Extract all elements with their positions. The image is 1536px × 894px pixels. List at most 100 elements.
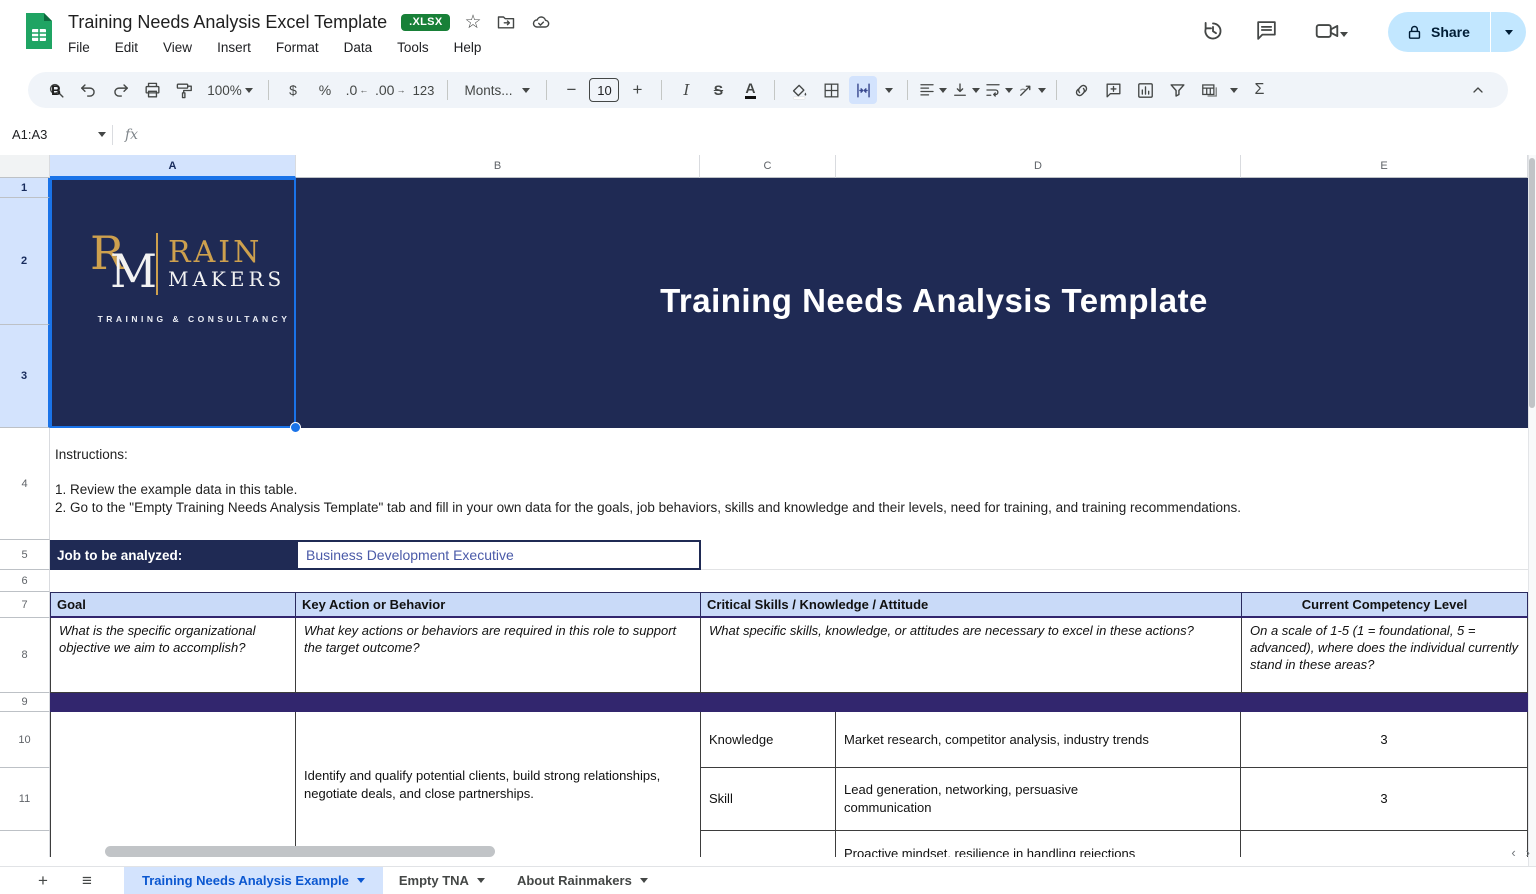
header-competency-level[interactable]: Current Competency Level <box>1241 592 1528 618</box>
vertical-align-button[interactable] <box>951 76 980 104</box>
tab-caret-icon[interactable] <box>357 878 365 883</box>
text-wrap-button[interactable] <box>984 76 1013 104</box>
hide-menus-chevron[interactable] <box>1464 76 1492 104</box>
scroll-right-arrow[interactable]: › <box>1526 845 1530 860</box>
text-rotation-button[interactable] <box>1017 76 1046 104</box>
merge-cells-button[interactable] <box>849 76 877 104</box>
note-action[interactable]: What key actions or behaviors are requir… <box>295 618 701 693</box>
share-button[interactable]: Share <box>1388 12 1526 52</box>
redo-icon[interactable] <box>106 76 134 104</box>
name-box[interactable]: A1:A3 <box>12 127 98 142</box>
level-cell-knowledge[interactable]: 3 <box>1241 712 1528 768</box>
category-cell-knowledge[interactable]: Knowledge <box>701 712 836 768</box>
share-dropdown[interactable] <box>1491 30 1526 35</box>
column-header-b[interactable]: B <box>296 155 700 178</box>
currency-format-button[interactable]: $ <box>279 76 307 104</box>
menu-view[interactable]: View <box>163 40 192 55</box>
tab-empty-tna[interactable]: Empty TNA <box>383 867 501 894</box>
job-label-cell[interactable]: Job to be analyzed: <box>50 540 296 570</box>
merge-cells-caret[interactable] <box>881 76 897 104</box>
menu-file[interactable]: File <box>68 40 90 55</box>
star-icon[interactable]: ☆ <box>464 13 481 32</box>
header-goal[interactable]: Goal <box>50 592 296 618</box>
menu-data[interactable]: Data <box>344 40 373 55</box>
tab-caret-icon[interactable] <box>640 878 648 883</box>
table-views-caret[interactable] <box>1227 76 1241 104</box>
text-color-button[interactable]: A <box>736 76 764 104</box>
video-call-icon[interactable] <box>1314 18 1340 44</box>
zoom-select[interactable]: 100% <box>202 76 258 104</box>
separator-row[interactable] <box>50 693 1528 712</box>
column-header-a[interactable]: A <box>50 155 296 178</box>
cloud-status-icon[interactable] <box>530 12 552 32</box>
insert-comment-button[interactable] <box>1099 76 1127 104</box>
document-title[interactable]: Training Needs Analysis Excel Template <box>68 12 387 33</box>
behavior-merged-cell[interactable]: Identify and qualify potential clients, … <box>296 712 701 857</box>
category-cell-skill[interactable]: Skill <box>701 768 836 831</box>
tab-caret-icon[interactable] <box>477 878 485 883</box>
row-header-5[interactable]: 5 <box>0 540 50 570</box>
strikethrough-button[interactable]: S <box>704 76 732 104</box>
font-size-input[interactable]: 10 <box>589 78 619 102</box>
select-all-corner[interactable] <box>0 155 50 178</box>
category-cell-row12[interactable] <box>701 831 836 857</box>
banner-cell[interactable]: R M RAIN MAKERS TRAINING & CONSULTANCY T… <box>50 178 1528 428</box>
table-views-button[interactable] <box>1195 76 1223 104</box>
instructions-title[interactable]: Instructions: <box>55 447 128 462</box>
column-header-c[interactable]: C <box>700 155 836 178</box>
job-value-cell[interactable]: Business Development Executive <box>296 540 701 570</box>
add-sheet-icon[interactable]: + <box>28 867 58 894</box>
row-header-12[interactable] <box>0 831 50 857</box>
detail-cell-row12[interactable]: Proactive mindset, resilience in handlin… <box>836 831 1241 857</box>
fill-color-button[interactable] <box>785 76 813 104</box>
comments-icon[interactable] <box>1254 18 1280 44</box>
menu-edit[interactable]: Edit <box>115 40 138 55</box>
decrease-decimal-button[interactable]: .0← <box>343 76 371 104</box>
menu-tools[interactable]: Tools <box>397 40 429 55</box>
instruction-line-2[interactable]: 2. Go to the "Empty Training Needs Analy… <box>55 500 1241 515</box>
detail-cell-skill[interactable]: Lead generation, networking, persuasive … <box>836 768 1241 831</box>
all-sheets-menu-icon[interactable]: ≡ <box>72 867 102 894</box>
increase-decimal-button[interactable]: .00→ <box>375 76 405 104</box>
move-to-folder-icon[interactable] <box>496 12 516 32</box>
detail-cell-knowledge[interactable]: Market research, competitor analysis, in… <box>836 712 1241 768</box>
header-key-action[interactable]: Key Action or Behavior <box>295 592 701 618</box>
tab-training-needs-analysis-example[interactable]: Training Needs Analysis Example <box>124 867 383 894</box>
note-skills[interactable]: What specific skills, knowledge, or atti… <box>700 618 1242 693</box>
percent-format-button[interactable]: % <box>311 76 339 104</box>
row-header-10[interactable]: 10 <box>0 712 50 768</box>
column-header-d[interactable]: D <box>836 155 1241 178</box>
row-header-3[interactable]: 3 <box>0 325 50 428</box>
menu-format[interactable]: Format <box>276 40 319 55</box>
row-header-6[interactable]: 6 <box>0 570 50 592</box>
level-cell-skill[interactable]: 3 <box>1241 768 1528 831</box>
functions-button[interactable]: Σ <box>1245 76 1273 104</box>
row-header-1[interactable]: 1 <box>0 178 50 198</box>
row-header-2[interactable]: 2 <box>0 198 50 325</box>
row-header-8[interactable]: 8 <box>0 618 50 693</box>
name-box-caret[interactable] <box>98 132 106 137</box>
horizontal-align-button[interactable] <box>918 76 947 104</box>
row-header-11[interactable]: 11 <box>0 768 50 831</box>
increase-font-size-button[interactable]: + <box>623 76 651 104</box>
print-icon[interactable] <box>138 76 166 104</box>
video-call-caret-icon[interactable] <box>1340 24 1366 50</box>
sheets-logo-icon[interactable] <box>24 11 54 51</box>
number-format-button[interactable]: 123 <box>409 76 437 104</box>
insert-chart-button[interactable] <box>1131 76 1159 104</box>
menu-insert[interactable]: Insert <box>217 40 251 55</box>
bold-button[interactable]: B <box>42 76 70 104</box>
goal-merged-cell[interactable] <box>50 712 296 857</box>
tab-about-rainmakers[interactable]: About Rainmakers <box>501 867 664 894</box>
paint-format-icon[interactable] <box>170 76 198 104</box>
menu-help[interactable]: Help <box>454 40 482 55</box>
row-header-4[interactable]: 4 <box>0 428 50 540</box>
horizontal-scrollbar-thumb[interactable] <box>105 846 495 857</box>
vertical-scrollbar-thumb[interactable] <box>1529 158 1535 408</box>
version-history-icon[interactable] <box>1200 18 1226 44</box>
row-header-7[interactable]: 7 <box>0 592 50 618</box>
note-level[interactable]: On a scale of 1-5 (1 = foundational, 5 =… <box>1241 618 1528 693</box>
font-family-select[interactable]: Monts... <box>458 76 536 104</box>
row-header-9[interactable]: 9 <box>0 693 50 712</box>
selection-fill-handle[interactable] <box>290 422 301 433</box>
